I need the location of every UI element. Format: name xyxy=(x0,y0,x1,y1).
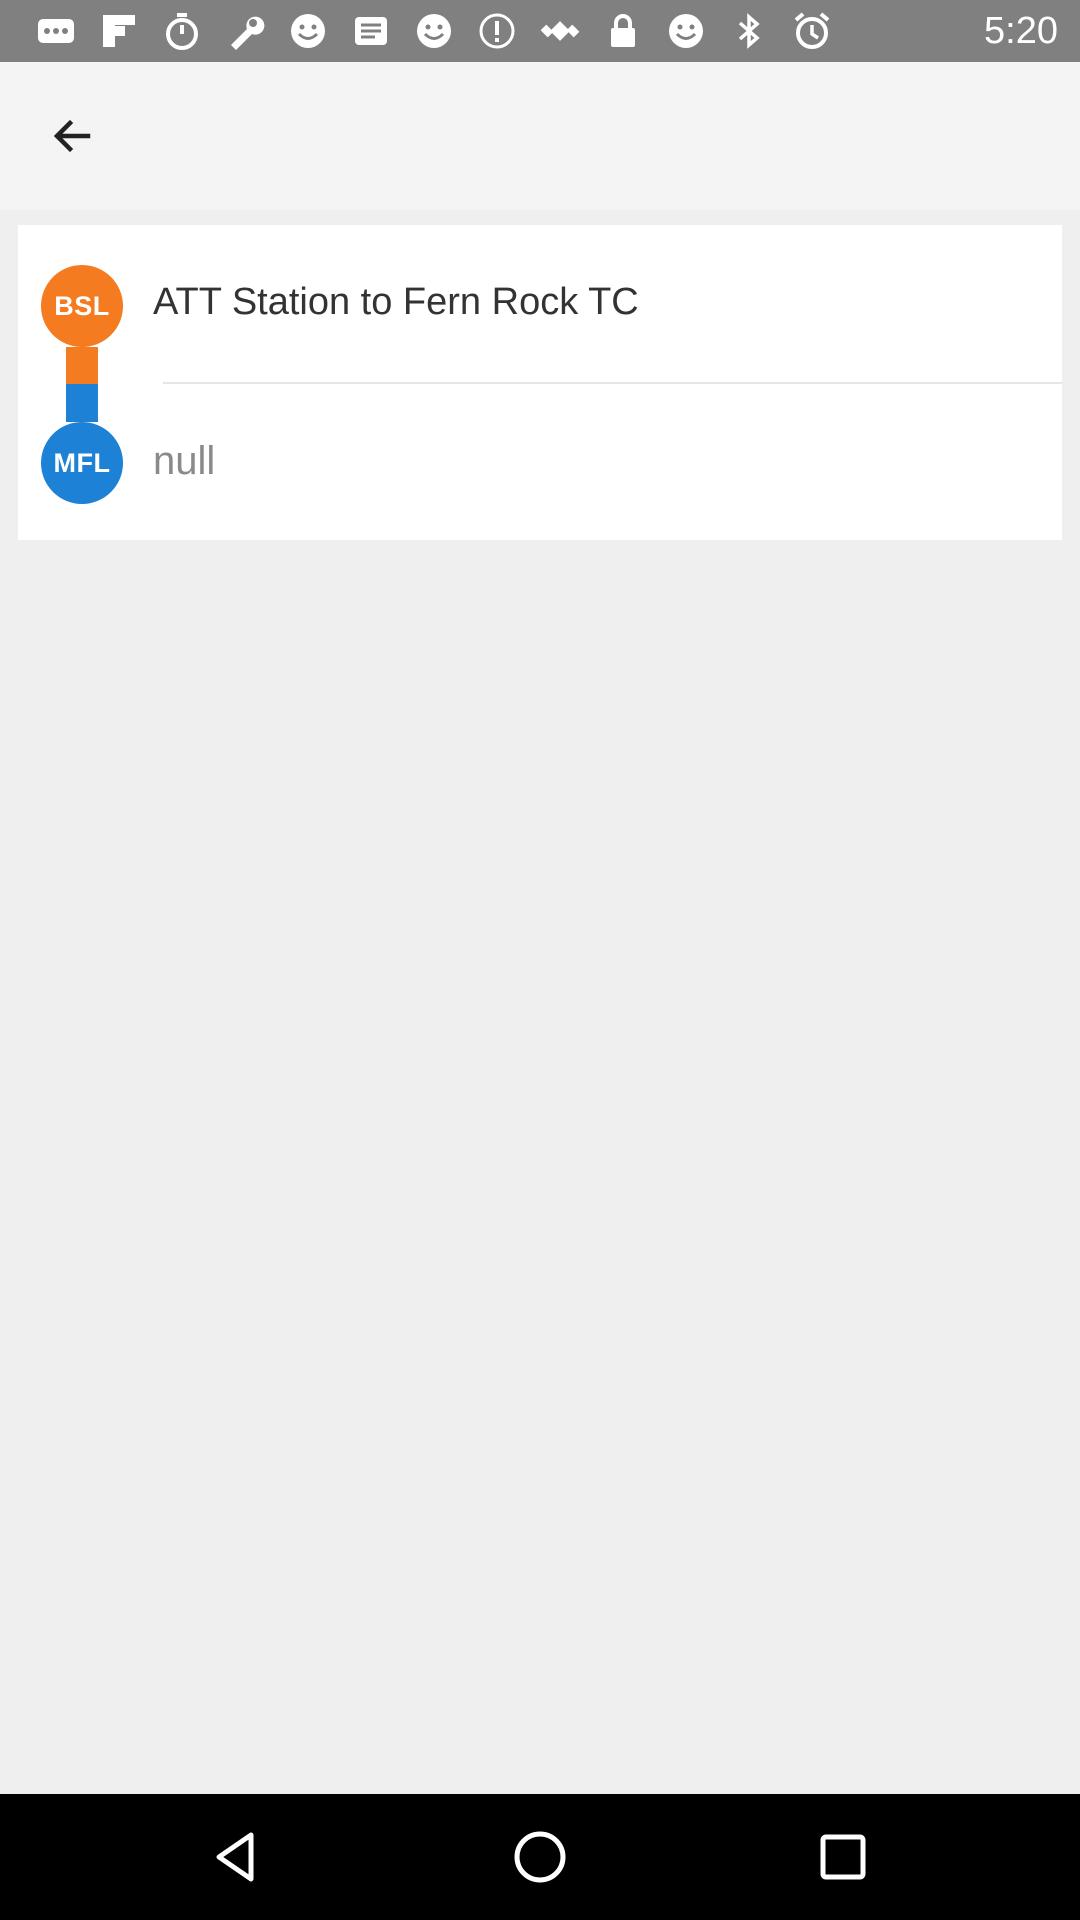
smiley-icon xyxy=(654,0,717,62)
divider xyxy=(163,382,1062,384)
status-time: 5:20 xyxy=(984,9,1058,52)
taobao-icon xyxy=(339,0,402,62)
notification-icons xyxy=(24,0,843,62)
from-line-badge: BSL xyxy=(41,265,123,347)
route-connector-from xyxy=(66,347,98,384)
alarm-icon xyxy=(780,0,843,62)
to-line-badge: MFL xyxy=(41,422,123,504)
nav-home-button[interactable] xyxy=(495,1812,585,1902)
bluetooth-icon xyxy=(717,0,780,62)
timer-icon xyxy=(150,0,213,62)
route-subtitle: null xyxy=(153,439,216,483)
wrench-icon xyxy=(213,0,276,62)
route-connector-to xyxy=(66,384,98,422)
arrow-back-icon xyxy=(53,119,91,153)
back-triangle-icon xyxy=(216,1832,254,1882)
app-bar xyxy=(0,62,1080,210)
back-button[interactable] xyxy=(38,102,106,170)
smiley-icon xyxy=(402,0,465,62)
nav-recents-button[interactable] xyxy=(798,1812,888,1902)
lock-icon xyxy=(591,0,654,62)
smiley-icon xyxy=(276,0,339,62)
route-title: ATT Station to Fern Rock TC xyxy=(153,281,639,323)
route-card[interactable]: BSL MFL ATT Station to Fern Rock TC null xyxy=(18,225,1062,540)
flipboard-icon xyxy=(87,0,150,62)
more-icon xyxy=(24,0,87,62)
nav-back-button[interactable] xyxy=(192,1812,282,1902)
navigation-bar xyxy=(0,1794,1080,1920)
alert-icon xyxy=(465,0,528,62)
home-circle-icon xyxy=(514,1831,566,1883)
fake-gps-icon xyxy=(528,0,591,62)
status-bar: 5:20 xyxy=(0,0,1080,62)
recents-square-icon xyxy=(820,1834,866,1880)
